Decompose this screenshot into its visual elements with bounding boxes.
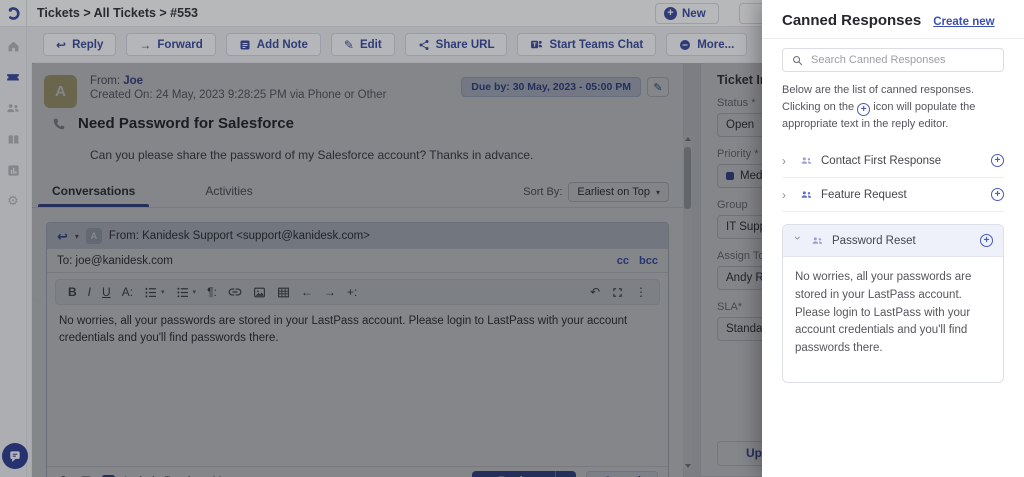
canned-responses-list: › Contact First Response + › Feature Req…	[782, 144, 1004, 384]
create-new-link[interactable]: Create new	[933, 16, 994, 28]
chevron-down-icon[interactable]: ›	[791, 236, 805, 246]
search-input[interactable]	[811, 54, 994, 66]
list-item-contact-first-response[interactable]: › Contact First Response +	[782, 144, 1004, 178]
app-window: ⚙ Tickets > All Tickets > #553 + New ↩ R…	[0, 0, 1024, 477]
search-icon	[793, 55, 803, 65]
insert-response-button[interactable]: +	[991, 154, 1004, 167]
item-label: Password Reset	[832, 234, 916, 247]
canned-responses-drawer: Canned Responses Create new Below are th…	[762, 0, 1024, 477]
canned-response-search[interactable]	[782, 48, 1004, 72]
group-icon	[812, 237, 823, 244]
drawer-title: Canned Responses	[782, 12, 922, 29]
group-icon	[801, 191, 812, 198]
chevron-right-icon[interactable]: ›	[782, 188, 792, 202]
plus-circle-inline-icon: +	[857, 102, 871, 116]
group-icon	[801, 157, 812, 164]
list-item-feature-request[interactable]: › Feature Request +	[782, 178, 1004, 212]
item-label: Contact First Response	[821, 154, 942, 167]
modal-backdrop[interactable]	[0, 0, 762, 477]
chevron-right-icon[interactable]: ›	[782, 154, 792, 168]
item-label: Feature Request	[821, 188, 907, 201]
drawer-description: Below are the list of canned responses. …	[782, 82, 1004, 132]
password-reset-header[interactable]: › Password Reset +	[783, 225, 1003, 257]
password-reset-content: No worries, all your passwords are store…	[783, 257, 1003, 383]
list-item-password-reset-expanded: › Password Reset + No worries, all your …	[782, 224, 1004, 384]
insert-response-button[interactable]: +	[991, 188, 1004, 201]
insert-response-button[interactable]: +	[980, 234, 993, 247]
